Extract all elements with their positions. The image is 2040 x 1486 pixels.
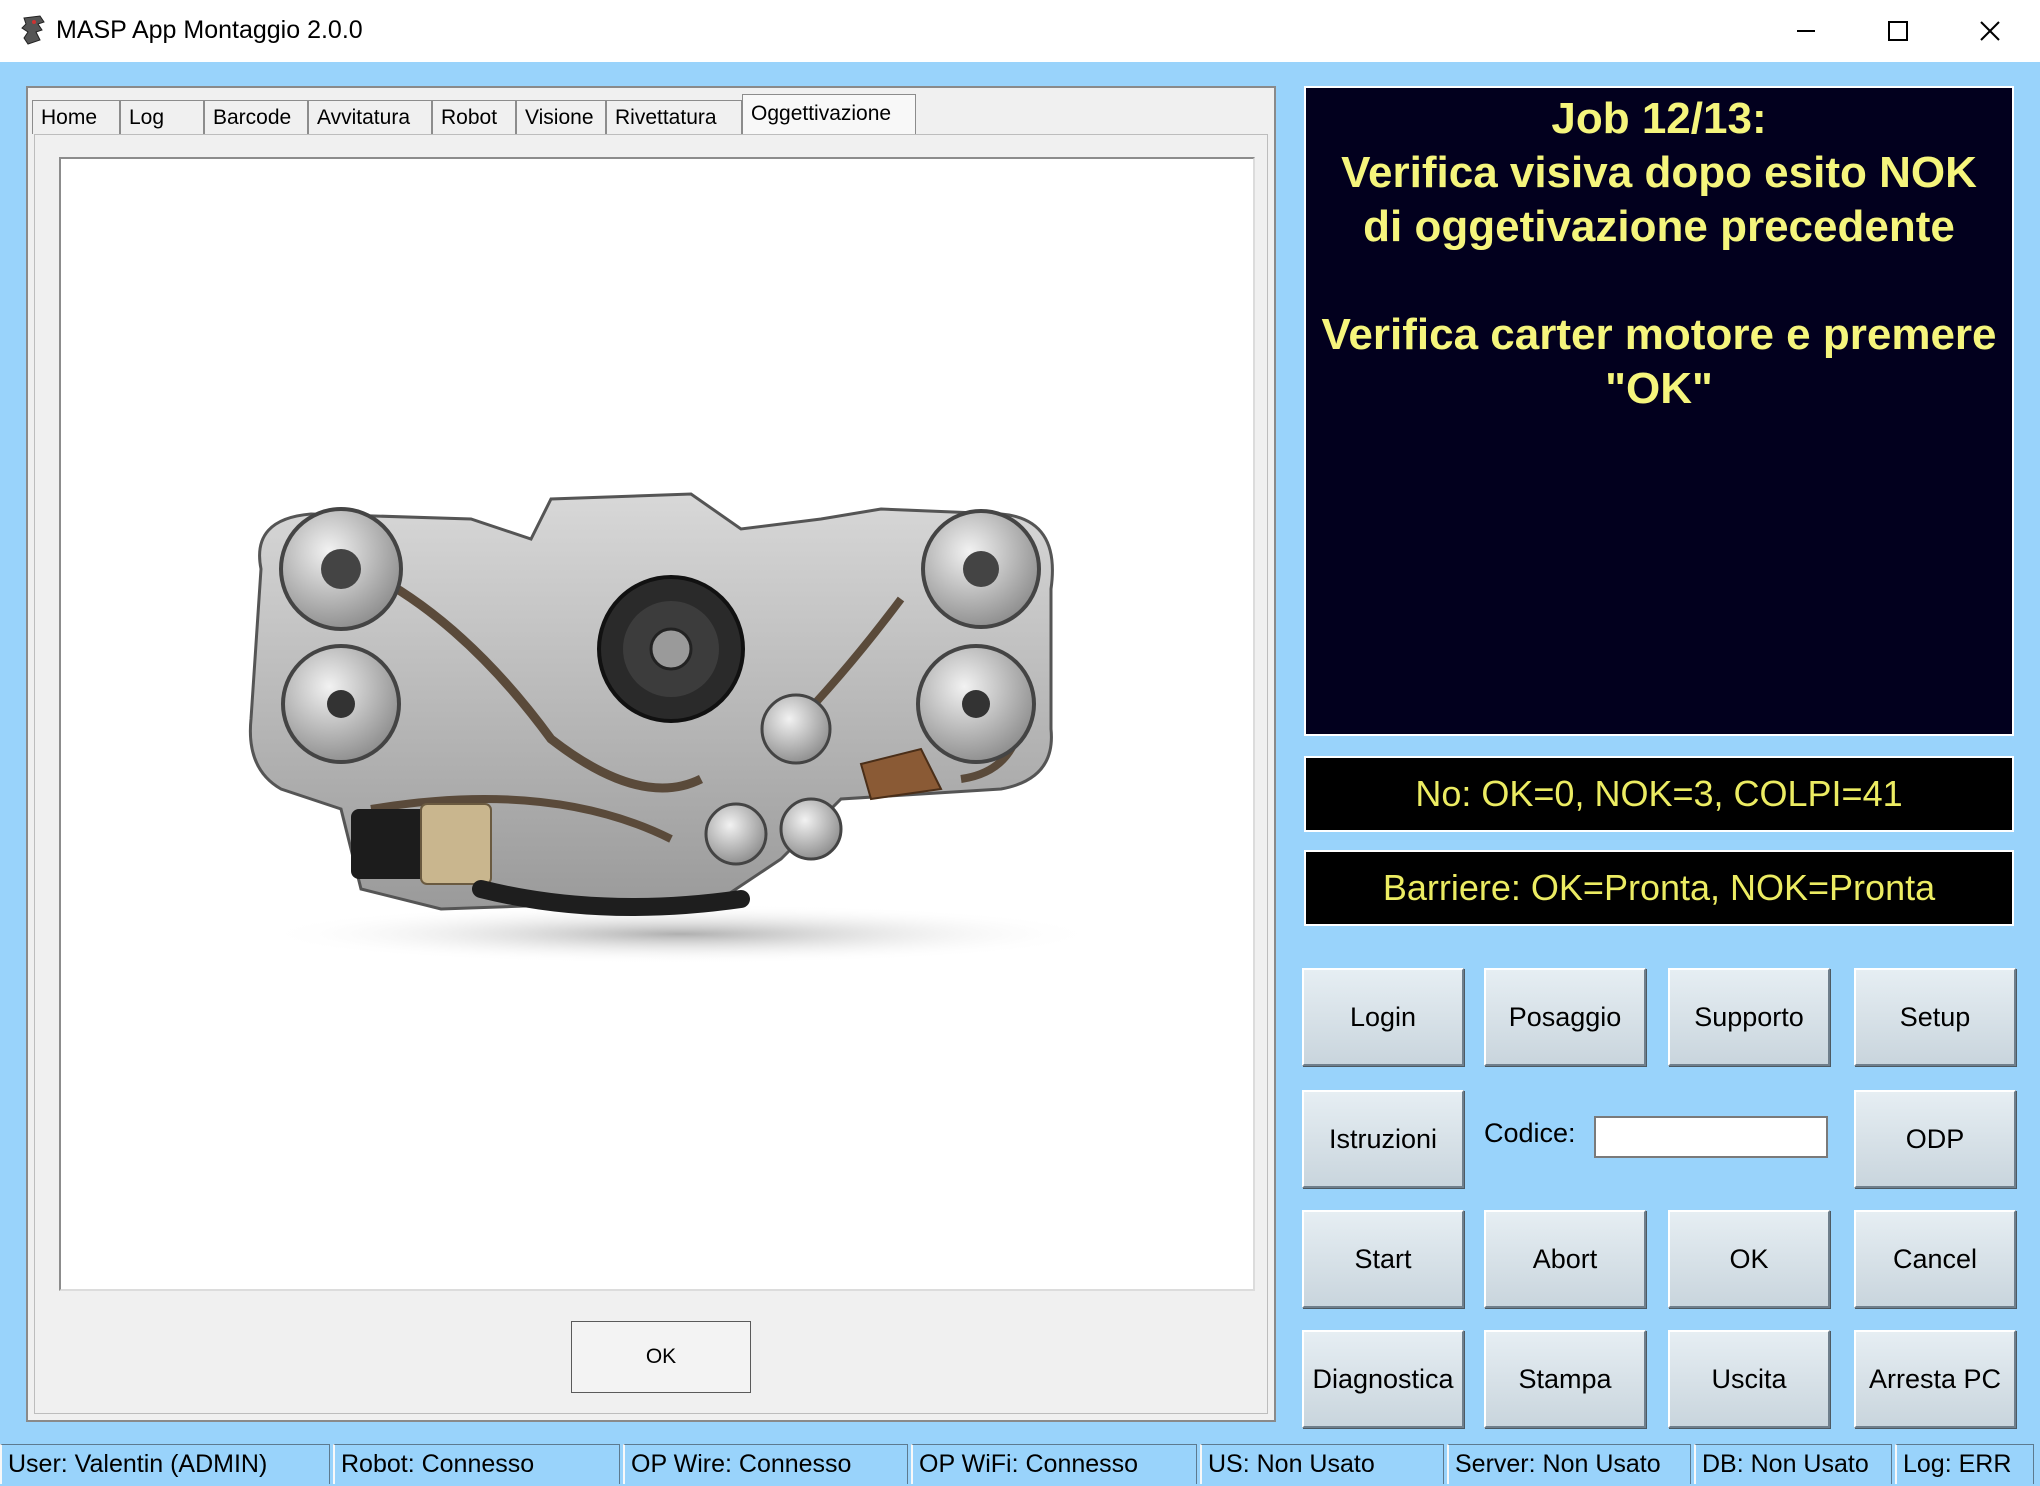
status-db: DB: Non Usato [1694, 1444, 1892, 1484]
tab-visione[interactable]: Visione [516, 100, 606, 134]
close-button[interactable] [1944, 0, 2036, 62]
minimize-button[interactable] [1760, 0, 1852, 62]
posaggio-button[interactable]: Posaggio [1484, 968, 1646, 1066]
status-bar: User: Valentin (ADMIN) Robot: Connesso O… [0, 1440, 2040, 1486]
tab-control: Home Log Barcode Avvitatura Robot Vision… [26, 86, 1276, 1422]
maximize-icon [1888, 21, 1908, 41]
status-server: Server: Non Usato [1447, 1444, 1691, 1484]
status-user: User: Valentin (ADMIN) [0, 1444, 330, 1484]
tab-page-oggettivazione: OK [34, 134, 1268, 1414]
masp-app-icon [21, 15, 45, 45]
setup-button[interactable]: Setup [1854, 968, 2016, 1066]
login-button[interactable]: Login [1302, 968, 1464, 1066]
job-number: Job 12/13: [1551, 94, 1767, 143]
cancel-button[interactable]: Cancel [1854, 1210, 2016, 1308]
start-button[interactable]: Start [1302, 1210, 1464, 1308]
job-description-line2: di oggetivazione precedente [1363, 202, 1955, 251]
image-frame [59, 157, 1255, 1291]
codice-label: Codice: [1484, 1118, 1576, 1148]
minimize-icon [1797, 30, 1815, 32]
istruzioni-button[interactable]: Istruzioni [1302, 1090, 1464, 1188]
engine-image [248, 492, 1091, 964]
tab-strip: Home Log Barcode Avvitatura Robot Vision… [32, 94, 916, 136]
ok-confirm-button[interactable]: OK [571, 1321, 751, 1393]
ok-button[interactable]: OK [1668, 1210, 1830, 1308]
job-instruction-line2: "OK" [1605, 364, 1713, 413]
tab-oggettivazione[interactable]: Oggettivazione [742, 94, 916, 136]
codice-input[interactable] [1594, 1116, 1828, 1158]
tab-home[interactable]: Home [32, 100, 120, 134]
tab-avvitatura[interactable]: Avvitatura [308, 100, 432, 134]
tab-rivettatura[interactable]: Rivettatura [606, 100, 742, 134]
tab-log[interactable]: Log [120, 100, 204, 134]
title-bar: MASP App Montaggio 2.0.0 [0, 0, 2040, 63]
abort-button[interactable]: Abort [1484, 1210, 1646, 1308]
window-title: MASP App Montaggio 2.0.0 [56, 16, 363, 44]
counters-display: No: OK=0, NOK=3, COLPI=41 [1304, 756, 2014, 832]
status-op-wifi: OP WiFi: Connesso [911, 1444, 1197, 1484]
maximize-button[interactable] [1852, 0, 1944, 62]
arresta-pc-button[interactable]: Arresta PC [1854, 1330, 2016, 1428]
status-us: US: Non Usato [1200, 1444, 1444, 1484]
tab-robot[interactable]: Robot [432, 100, 516, 134]
job-message-panel: Job 12/13: Verifica visiva dopo esito NO… [1304, 86, 2014, 736]
stampa-button[interactable]: Stampa [1484, 1330, 1646, 1428]
job-instruction-line1: Verifica carter motore e premere [1321, 310, 1997, 359]
status-op-wire: OP Wire: Connesso [623, 1444, 908, 1484]
supporto-button[interactable]: Supporto [1668, 968, 1830, 1066]
odp-button[interactable]: ODP [1854, 1090, 2016, 1188]
uscita-button[interactable]: Uscita [1668, 1330, 1830, 1428]
job-description-line1: Verifica visiva dopo esito NOK [1341, 148, 1977, 197]
status-log: Log: ERR [1895, 1444, 2034, 1484]
status-robot: Robot: Connesso [333, 1444, 620, 1484]
close-icon [1980, 21, 2000, 41]
tab-barcode[interactable]: Barcode [204, 100, 308, 134]
barriers-display: Barriere: OK=Pronta, NOK=Pronta [1304, 850, 2014, 926]
diagnostica-button[interactable]: Diagnostica [1302, 1330, 1464, 1428]
